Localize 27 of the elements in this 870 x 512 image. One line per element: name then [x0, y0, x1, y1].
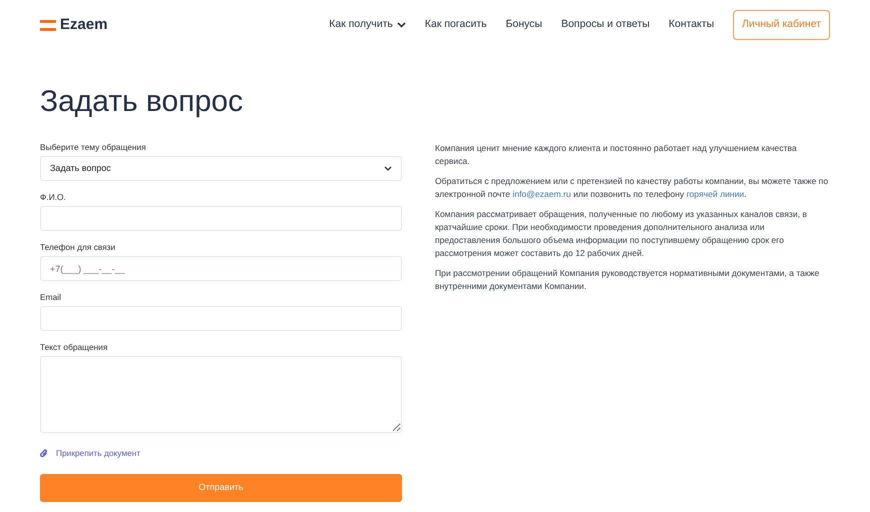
logo-text: Ezaem — [60, 14, 108, 35]
page-title: Задать вопрос — [40, 84, 244, 120]
text-link[interactable]: info@ezaem.ru — [512, 189, 571, 199]
logo-icon — [40, 20, 56, 30]
input-field[interactable] — [40, 206, 402, 231]
nav-link[interactable]: Бонусы — [506, 17, 542, 33]
info-paragraph: Обратиться с предложением или с претензией по качеству работы компании, вы можете также по электронной почте info@ezaem.ru или позвонить по телефону горячей линии. — [435, 175, 830, 201]
nav-link[interactable]: Как погасить — [424, 17, 487, 33]
field-label: Выберите тему обращения — [40, 142, 147, 153]
info-paragraph: При рассмотрении обращений Компания руководствуется нормативными документами, а также внутренними документами Компании. — [435, 267, 820, 293]
info-paragraph: Компания ценит мнение каждого клиента и постоянно работает над улучшением качества сервиса. — [435, 142, 798, 168]
nav-link[interactable]: Вопросы и ответы — [561, 17, 650, 33]
chevron-down-icon — [384, 166, 392, 171]
select-field[interactable]: Задать вопрос — [40, 156, 402, 181]
input-field[interactable] — [40, 306, 402, 331]
field-label: Текст обращения — [40, 342, 108, 353]
attach-link[interactable]: Прикрепить документ — [40, 447, 140, 460]
paperclip-icon — [40, 449, 48, 458]
field-label: Email — [40, 292, 62, 303]
field-label: Телефон для связи — [40, 242, 116, 253]
text-link[interactable]: горячей линии — [686, 189, 744, 199]
info-paragraph: Компания рассматривает обращения, полученные по любому из указанных каналов связи, в кратчайшие сроки. При необходимости проведения дополнительного анализа или предоставления большого объема информации по поступившему обращению срок его рассмотрения может составить до 12 рабочих дней. — [435, 208, 808, 260]
input-field[interactable]: +7(___) ___-__-__ — [40, 256, 402, 281]
textarea-field[interactable] — [40, 356, 402, 433]
nav-link[interactable]: Контакты — [668, 17, 714, 33]
nav-link[interactable]: Как получить — [329, 17, 406, 33]
field-label: Ф.И.О. — [40, 192, 67, 203]
